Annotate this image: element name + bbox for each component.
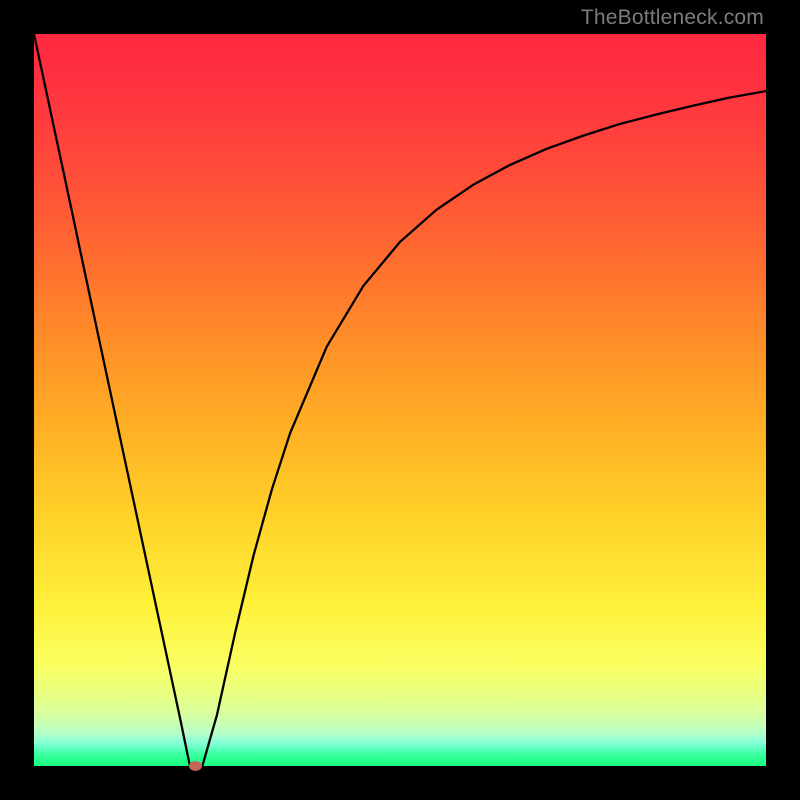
chart-frame: TheBottleneck.com — [0, 0, 800, 800]
plot-area — [34, 34, 766, 766]
bottleneck-curve — [34, 34, 766, 766]
optimum-marker — [189, 761, 202, 771]
watermark-text: TheBottleneck.com — [581, 6, 764, 30]
